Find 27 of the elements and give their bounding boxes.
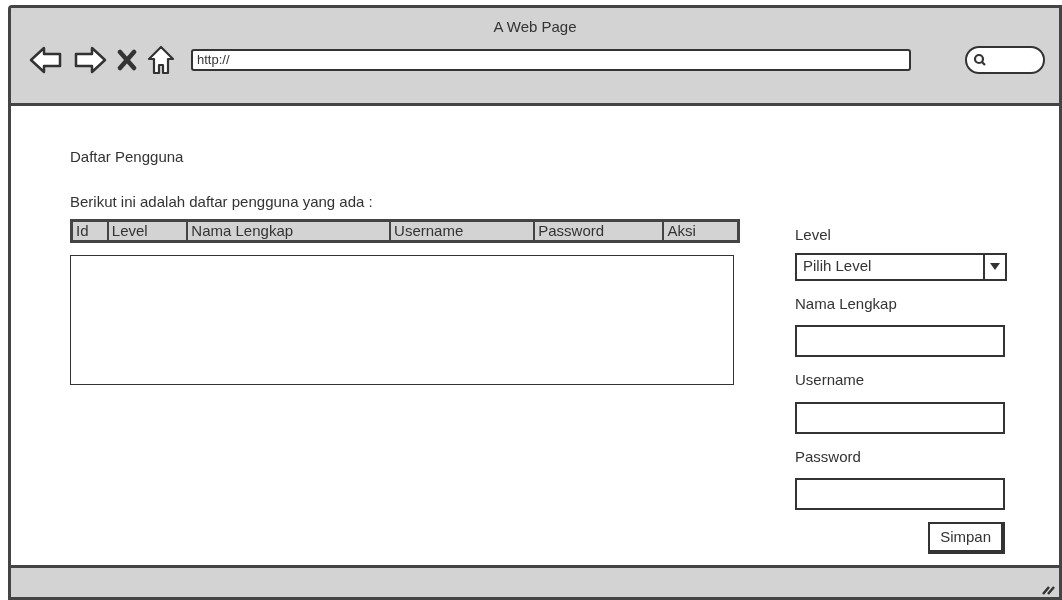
input-field[interactable] bbox=[795, 478, 1005, 510]
back-icon[interactable] bbox=[29, 44, 63, 75]
level-dropdown[interactable]: Pilih Level bbox=[795, 252, 1007, 281]
column-header: Password bbox=[533, 222, 663, 240]
close-icon[interactable] bbox=[117, 48, 137, 71]
column-header: Aksi bbox=[662, 222, 737, 240]
forward-icon[interactable] bbox=[73, 44, 107, 75]
field-label: Level bbox=[795, 225, 832, 245]
input-field[interactable] bbox=[795, 401, 1005, 434]
address-field[interactable]: http:// bbox=[191, 48, 911, 71]
dropdown-caret-icon bbox=[989, 262, 1001, 271]
column-header: Nama Lengkap bbox=[186, 222, 390, 240]
field-label: Nama Lengkap bbox=[795, 293, 898, 314]
dropdown-value: Pilih Level bbox=[802, 256, 873, 277]
column-header: Username bbox=[389, 222, 534, 240]
field-label: Username bbox=[795, 370, 866, 390]
field-label: Password bbox=[795, 446, 862, 467]
home-icon[interactable] bbox=[147, 44, 175, 75]
page-heading: Daftar Pengguna bbox=[70, 147, 185, 167]
column-header: Id bbox=[75, 222, 90, 240]
input-field[interactable] bbox=[795, 325, 1005, 357]
intro-text: Berikut ini adalah daftar pengguna yang ada : bbox=[70, 191, 374, 212]
window-title: A Web Page bbox=[493, 17, 577, 37]
search-icon bbox=[973, 52, 987, 67]
save-button[interactable]: Simpan bbox=[928, 522, 1005, 554]
column-header: Level bbox=[106, 222, 187, 240]
search-field[interactable] bbox=[965, 45, 1045, 74]
